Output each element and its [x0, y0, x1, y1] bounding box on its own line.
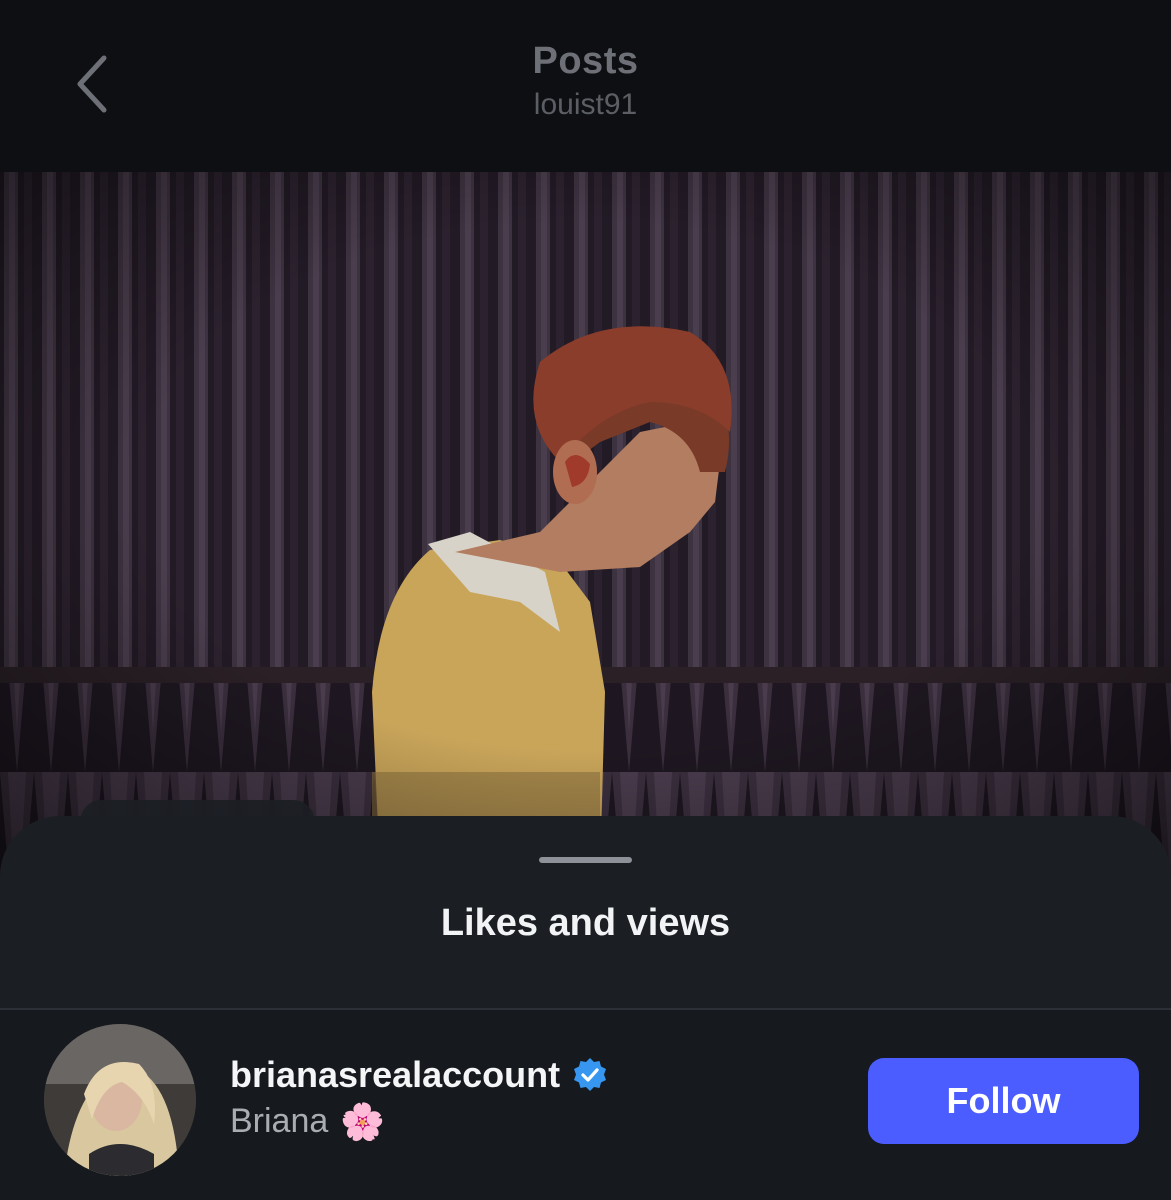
follow-button[interactable]: Follow [868, 1058, 1139, 1144]
post-image[interactable] [0, 172, 1171, 872]
sheet-grabber-handle[interactable] [539, 857, 632, 863]
user-list-item[interactable]: brianasrealaccount Briana 🌸 Follow [0, 1010, 1171, 1200]
sheet-title: Likes and views [440, 902, 731, 944]
username-line: brianasrealaccount [230, 1054, 608, 1096]
post-photo [0, 172, 1171, 872]
username[interactable]: brianasrealaccount [230, 1054, 560, 1096]
display-name-text: Briana [230, 1102, 329, 1140]
display-name: Briana 🌸 [230, 1102, 385, 1141]
page-title: Posts [532, 40, 639, 82]
top-header: Posts louist91 [0, 0, 1171, 172]
page-subtitle-username[interactable]: louist91 [0, 88, 1171, 122]
app-screen: Posts louist91 Likes and views brianasre… [0, 0, 1171, 1200]
likes-views-sheet: Likes and views brianasrealaccount Brian… [0, 816, 1171, 1200]
verified-badge-icon [574, 1058, 607, 1091]
avatar[interactable] [44, 1024, 196, 1176]
cherry-blossom-emoji: 🌸 [340, 1100, 386, 1142]
avatar-photo [44, 1024, 196, 1176]
